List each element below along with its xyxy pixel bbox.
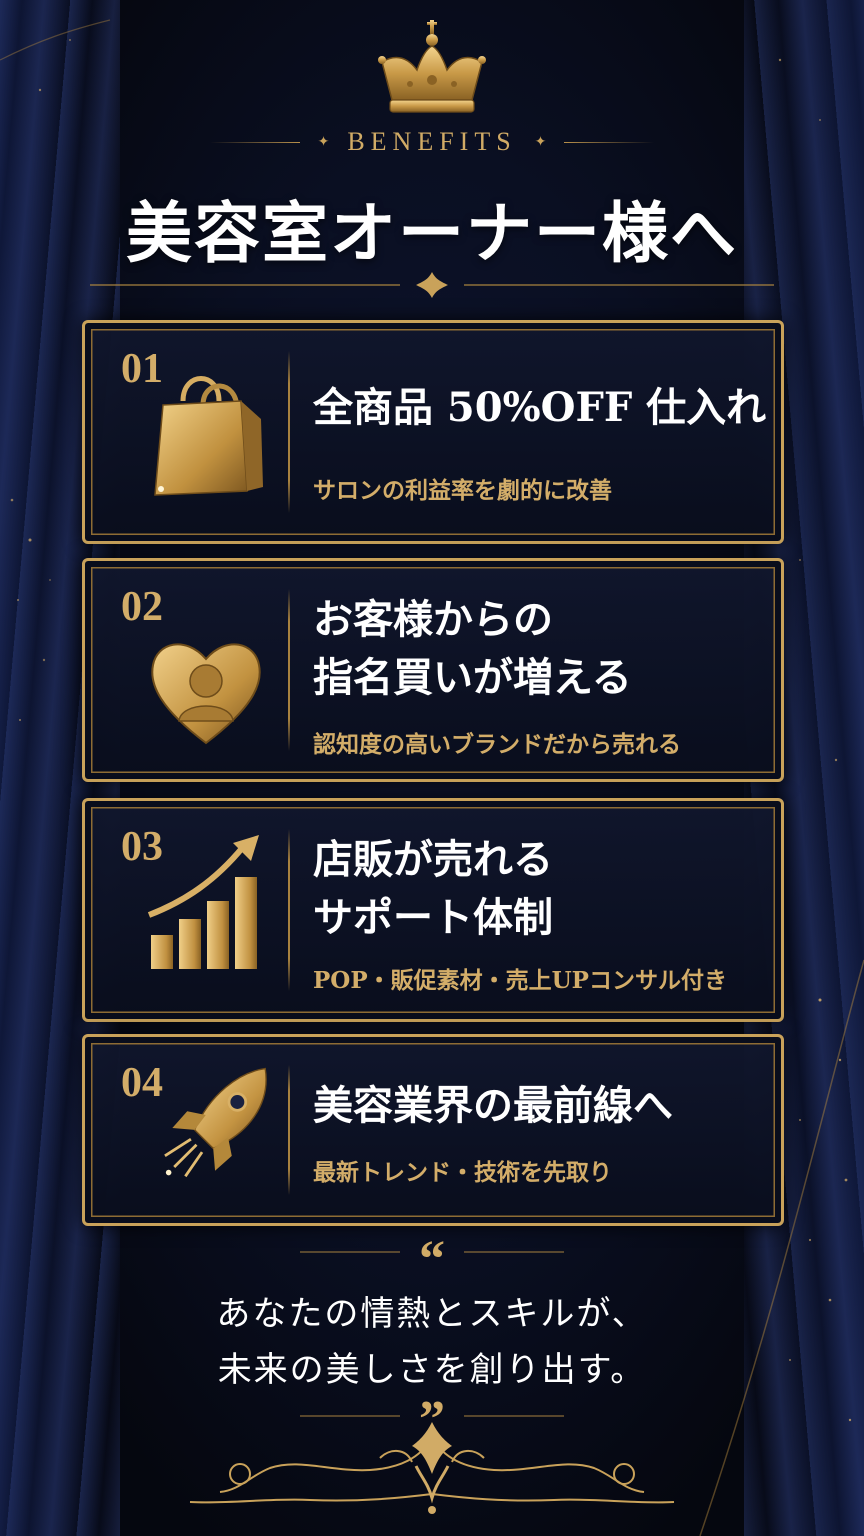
crown-icon bbox=[378, 20, 486, 113]
benefit-subtext: サロンの利益率を劇的に改善 bbox=[313, 477, 612, 504]
benefit-card-4: 04 美容業界の最前線へ 最新トレンド・技術を先取り bbox=[82, 1034, 784, 1226]
benefit-headline: 全商品 50%OFF 仕入れ bbox=[313, 384, 767, 431]
open-quote-icon: “ bbox=[419, 1231, 445, 1288]
page-title: 美容室オーナー様へ bbox=[126, 194, 738, 272]
eyebrow-label: BENEFITS bbox=[347, 127, 517, 156]
eyebrow: ✦ BENEFITS ✦ bbox=[0, 122, 864, 162]
benefit-card-1: 01 全商品 50%OFF 仕入れ サロンの利益率を劇的に改善 bbox=[82, 320, 784, 544]
benefit-number: 02 bbox=[121, 584, 163, 630]
benefit-headline: お客様からの 指名買いが増える bbox=[313, 596, 632, 701]
growth-chart-icon bbox=[147, 835, 259, 969]
quote-line-2: 未来の美しさを創り出す。 bbox=[217, 1350, 647, 1390]
shopping-bag-icon bbox=[154, 376, 263, 496]
title-divider bbox=[90, 272, 774, 298]
benefit-card-2: 02 お客様からの 指名買いが増える 認知度の高いブランドだから売れる bbox=[82, 558, 784, 782]
diamond-icon: ✦ bbox=[534, 134, 547, 150]
rocket-icon bbox=[164, 1067, 267, 1178]
benefit-headline: 美容業界の最前線へ bbox=[313, 1082, 673, 1129]
quote-line-1: あなたの情熱とスキルが、 bbox=[216, 1294, 648, 1334]
benefit-subtext: POP・販促素材・売上UPコンサル付き bbox=[313, 967, 727, 994]
flourish-ornament bbox=[189, 1422, 675, 1514]
benefit-subtext: 最新トレンド・技術を先取り bbox=[313, 1159, 612, 1186]
benefit-headline: 店販が売れる サポート体制 bbox=[313, 836, 553, 941]
benefit-card-3: 03 店販が売れる サポート体制 POP・販促素材・売上UPコンサル付き bbox=[82, 798, 784, 1022]
benefit-subtext: 認知度の高いブランドだから売れる bbox=[313, 731, 681, 758]
diamond-icon: ✦ bbox=[317, 134, 330, 150]
closing-quote: “ あなたの情熱とスキルが、 未来の美しさを創り出す。 ” bbox=[0, 1231, 864, 1446]
heart-person-icon bbox=[151, 643, 261, 745]
